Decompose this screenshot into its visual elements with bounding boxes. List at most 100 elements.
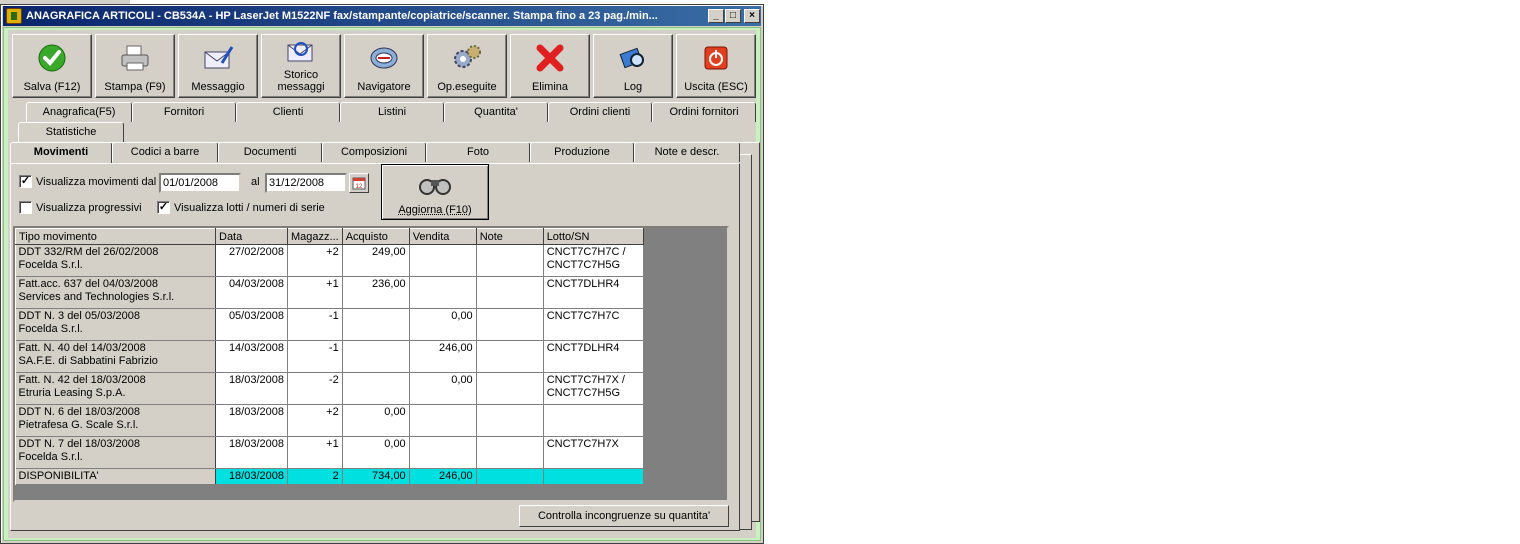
col-acquisto[interactable]: Acquisto	[341, 228, 410, 245]
progressive-checkbox[interactable]: Visualizza progressivi	[19, 201, 142, 214]
cell-vendita	[409, 404, 477, 437]
tab-ordini-clienti[interactable]: Ordini clienti	[548, 102, 652, 122]
delete-button[interactable]: Elimina	[510, 34, 590, 98]
tab-fornitori[interactable]: Fornitori	[132, 102, 236, 122]
tab-produzione[interactable]: Produzione	[530, 142, 634, 162]
date-to-input[interactable]: 31/12/2008	[265, 173, 347, 193]
tab-listini[interactable]: Listini	[340, 102, 444, 122]
check-quantity-button[interactable]: Controlla incongruenze su quantita'	[519, 505, 729, 527]
lotto-line-1: CNCT7DLHR4	[546, 278, 620, 290]
table-row[interactable]: Fatt.acc. 637 del 04/03/2008 Services and…	[15, 276, 644, 309]
tab-documenti[interactable]: Documenti	[218, 142, 322, 162]
cell-magazzino: -1	[287, 308, 343, 341]
lots-label: Visualizza lotti / numeri di serie	[174, 201, 325, 214]
tipo-line-1: DDT N. 3 del 05/03/2008	[18, 310, 140, 322]
tab-composizioni[interactable]: Composizioni	[322, 142, 426, 162]
log-button[interactable]: Log	[593, 34, 673, 98]
table-row[interactable]: DDT N. 3 del 05/03/2008 Focelda S.r.l. 05…	[15, 308, 644, 341]
message-label: Messaggio	[191, 81, 245, 93]
tab-clienti[interactable]: Clienti	[236, 102, 340, 122]
tipo-line-2: Focelda S.r.l.	[18, 259, 83, 271]
operations-button[interactable]: Op.eseguite	[427, 34, 507, 98]
cell-magazzino: -1	[287, 340, 343, 373]
maximize-button[interactable]: □	[725, 9, 741, 23]
tab-statistiche[interactable]: Statistiche	[18, 122, 124, 142]
cell-lotto	[543, 404, 644, 437]
cell-magazzino: +1	[287, 436, 343, 469]
cell-lotto: CNCT7C7H7X	[543, 436, 644, 469]
lotto-line-2: CNCT7C7H5G	[546, 387, 621, 399]
col-note[interactable]: Note	[475, 228, 544, 245]
tab-anagrafica[interactable]: Anagrafica(F5)	[26, 102, 132, 122]
cell-lotto: CNCT7DLHR4	[543, 340, 644, 373]
cell-acquisto: 0,00	[342, 404, 410, 437]
lotto-line-1: CNCT7C7H7C /	[546, 246, 626, 258]
tab-codici-a-barre[interactable]: Codici a barre	[112, 142, 218, 162]
cell-acquisto: 236,00	[342, 276, 410, 309]
cell-note	[476, 340, 544, 373]
calendar-button[interactable]: 12	[349, 173, 369, 193]
cell-data: 18/03/2008	[215, 436, 288, 469]
table-row[interactable]: Fatt. N. 40 del 14/03/2008 SA.F.E. di Sab…	[15, 340, 644, 373]
navigator-label: Navigatore	[357, 81, 411, 93]
table-row[interactable]: DDT N. 6 del 18/03/2008 Pietrafesa G. Sca…	[15, 404, 644, 437]
table-row[interactable]: DDT 332/RM del 26/02/2008 Focelda S.r.l. …	[15, 244, 644, 277]
close-button[interactable]: ×	[744, 9, 760, 23]
tab-ordini-fornitori[interactable]: Ordini fornitori	[652, 102, 756, 122]
tabs-row-1: Anagrafica(F5) Fornitori Clienti Listini…	[26, 102, 756, 122]
content-area: Salva (F12) Stampa (F9) Messaggio Storic…	[8, 30, 760, 538]
lotto-line-1: CNCT7C7H7C	[546, 310, 620, 322]
lots-checkbox[interactable]: ✓ Visualizza lotti / numeri di serie	[157, 201, 325, 214]
lotto-line-2: CNCT7C7H5G	[546, 259, 621, 271]
cell-acquisto	[342, 340, 410, 373]
cell-note	[476, 468, 544, 485]
col-vendita[interactable]: Vendita	[408, 228, 477, 245]
tabs-row-3: Movimenti Codici a barre Documenti Compo…	[10, 142, 740, 164]
tipo-line-2: Pietrafesa G. Scale S.r.l.	[18, 419, 139, 431]
message-history-label: Storico messaggi	[277, 69, 325, 93]
refresh-button[interactable]: Aggiorna (F10)	[381, 164, 489, 220]
cell-magazzino: +1	[287, 276, 343, 309]
cell-tipo: DISPONIBILITA'	[15, 468, 216, 485]
cell-acquisto: 734,00	[342, 468, 410, 485]
movements-grid: Tipo movimento Data Magazz... Acquisto V…	[13, 226, 729, 502]
tab-movimenti[interactable]: Movimenti	[10, 142, 112, 164]
message-button[interactable]: Messaggio	[178, 34, 258, 98]
exit-label: Uscita (ESC)	[684, 81, 748, 93]
cell-lotto: CNCT7C7H7C / CNCT7C7H5G	[543, 244, 644, 277]
cell-note	[476, 244, 544, 277]
exit-button[interactable]: Uscita (ESC)	[676, 34, 756, 98]
cell-tipo: DDT 332/RM del 26/02/2008 Focelda S.r.l.	[15, 244, 216, 277]
save-label: Salva (F12)	[23, 81, 81, 93]
navigator-button[interactable]: Navigatore	[344, 34, 424, 98]
col-data[interactable]: Data	[215, 228, 288, 245]
tab-quantita[interactable]: Quantita'	[444, 102, 548, 122]
save-button[interactable]: Salva (F12)	[12, 34, 92, 98]
show-movements-checkbox[interactable]: ✓ Visualizza movimenti dal	[19, 175, 156, 188]
tab-note-e-descr[interactable]: Note e descr.	[634, 142, 740, 162]
lotto-line-1: CNCT7DLHR4	[546, 342, 620, 354]
checkbox-box[interactable]: ✓	[19, 175, 32, 188]
progressive-label: Visualizza progressivi	[36, 201, 142, 214]
title-bar[interactable]: ANAGRAFICA ARTICOLI - CB534A - HP LaserJ…	[3, 6, 761, 26]
grid-header-row: Tipo movimento Data Magazz... Acquisto V…	[15, 228, 644, 245]
compass-icon	[370, 47, 398, 69]
tipo-line-1: Fatt.acc. 637 del 04/03/2008	[18, 278, 158, 290]
table-row[interactable]: Fatt. N. 42 del 18/03/2008 Etruria Leasin…	[15, 372, 644, 405]
table-row[interactable]: DDT N. 7 del 18/03/2008 Focelda S.r.l. 18…	[15, 436, 644, 469]
cell-acquisto	[342, 308, 410, 341]
message-history-button[interactable]: Storico messaggi	[261, 34, 341, 98]
checkbox-box[interactable]: ✓	[157, 201, 170, 214]
cell-vendita: 0,00	[409, 372, 477, 405]
tabs-row-2: Statistiche	[18, 122, 124, 142]
date-from-input[interactable]: 01/01/2008	[159, 173, 241, 193]
cell-lotto: CNCT7C7H7C	[543, 308, 644, 341]
total-row[interactable]: DISPONIBILITA' 18/03/2008 2 734,00 246,0…	[15, 468, 644, 485]
checkbox-box[interactable]	[19, 201, 32, 214]
col-magazzino[interactable]: Magazz...	[287, 228, 343, 245]
col-tipo-movimento[interactable]: Tipo movimento	[15, 228, 216, 245]
print-button[interactable]: Stampa (F9)	[95, 34, 175, 98]
col-lotto-sn[interactable]: Lotto/SN	[542, 228, 644, 245]
minimize-button[interactable]: _	[708, 9, 724, 23]
tab-foto[interactable]: Foto	[426, 142, 530, 162]
